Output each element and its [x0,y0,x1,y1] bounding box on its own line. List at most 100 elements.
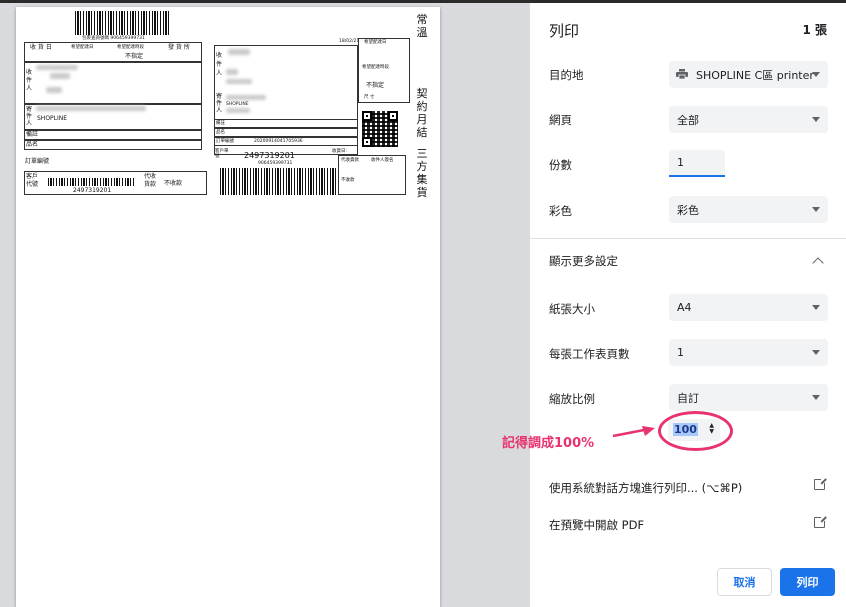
chevron-up-icon[interactable] [812,257,824,269]
destination-label: 目的地 [549,68,584,82]
order-no-label: 訂單編號 [25,158,50,165]
chevron-down-icon [812,395,820,400]
more-settings-toggle[interactable]: 顯示更多設定 [549,253,618,269]
printer-icon [676,69,688,79]
sender-name: SHOPLINE [37,115,68,122]
vertical-text-contract: 契約月結 [416,87,428,139]
print-button[interactable]: 列印 [780,568,835,596]
right-hope-box [358,38,410,103]
annotation-arrow-icon [612,426,655,438]
right-order-label: 訂單編號 [216,139,234,144]
scale-value: 自訂 [677,391,699,405]
color-label: 彩色 [549,204,572,218]
destination-value: SHOPLINE C區 printer [696,68,814,82]
preview-page: 包裹查詢號碼 906459399731 收 貨 日 希望配達日 希望配達時段 發… [16,7,440,607]
paper-size-value: A4 [677,301,692,314]
right-customer-label: 客戶單號 [215,149,229,159]
right-no-collect: 不收款 [341,178,355,183]
pages-value: 全部 [677,113,699,127]
highlight-ellipse [658,411,733,451]
copies-input[interactable]: 1 [669,150,725,177]
right-small-code: 18/02/21 [339,39,360,44]
top-barcode-number: 包裹查詢號碼 906459399731 [82,36,145,41]
collect-label: 代收貨款 [144,173,157,188]
pages-per-sheet-value: 1 [677,346,684,359]
item-label: 品名 [26,141,39,148]
pages-select[interactable]: 全部 [669,106,828,133]
pages-label: 網頁 [549,113,572,127]
open-external-icon[interactable] [814,477,827,490]
pages-per-sheet-select[interactable]: 1 [669,339,828,366]
right-sender-redacted-2 [226,108,250,113]
destination-select[interactable]: SHOPLINE C區 printer [669,61,828,88]
chevron-down-icon [812,207,820,212]
customer-code-label: 客戶代號 [26,173,39,188]
color-select[interactable]: 彩色 [669,196,828,223]
right-customer-code: 2497319201 [244,151,295,160]
right-sender-label: 寄件人 [216,93,223,114]
annotation-text: 記得調成100% [502,436,595,451]
customer-code: 2497319201 [73,187,112,194]
copies-value: 1 [677,156,684,169]
chevron-down-icon [812,117,820,122]
scale-label: 縮放比例 [549,392,595,406]
qr-finder-bl [362,137,372,147]
no-collect: 不收款 [164,180,183,187]
right-receiver-label: 收件人 [216,52,223,77]
header-hope-time: 希望配達時段 [117,45,144,50]
print-dialog-title: 列印 [549,22,580,40]
sender-address-redacted [36,106,146,111]
open-pdf-link[interactable]: 在預覽中開啟 PDF [549,517,644,533]
header-ship-office: 發 貨 所 [168,44,190,51]
chevron-down-icon [812,350,820,355]
top-barcode [75,11,169,35]
right-hope-time: 希望配達時段 [362,65,389,70]
right-remark-row [214,119,358,128]
paper-size-select[interactable]: A4 [669,294,828,321]
pages-per-sheet-label: 每張工作表頁數 [549,347,630,361]
right-receive-day: 收貨日: [332,149,348,154]
right-sign-label: 收件人簽名 [371,158,394,163]
scale-select[interactable]: 自訂 [669,384,828,411]
right-receiver-redacted-3 [226,79,252,84]
chevron-down-icon [812,72,820,77]
right-unspecified: 不指定 [366,82,385,89]
print-settings-panel: 列印 1 張 目的地 SHOPLINE C區 printer 網頁 全部 份數 … [529,3,846,607]
left-item-row [24,140,202,150]
right-barcode-number: 906459399731 [258,161,293,166]
sheet-count: 1 張 [802,23,827,37]
receiver-label: 收件人 [26,69,33,92]
right-receiver-redacted-1 [228,49,250,55]
chevron-down-icon [812,305,820,310]
receiver-name-redacted [50,73,70,79]
right-item-row [214,128,358,137]
right-collect-label: 代收貨款 [341,158,359,163]
vertical-text-third-party: 三方集貨 [416,147,428,199]
right-bottom-barcode [220,168,336,195]
right-item-label: 品名 [216,130,225,135]
right-receiver-redacted-2 [226,69,238,75]
right-size-label: 尺 寸 [364,95,375,100]
color-value: 彩色 [677,203,699,217]
right-sender-redacted [226,95,266,100]
receiver-phone-redacted [46,87,62,93]
system-dialog-link[interactable]: 使用系統對話方塊進行列印... (⌥⌘P) [549,480,742,496]
paper-size-label: 紙張大小 [549,302,595,316]
section-divider [530,238,846,239]
header-hope-date: 希望配達日 [71,45,94,50]
right-order-no: 20200914041705936 [254,139,303,144]
customer-barcode [48,178,136,186]
qr-finder-tl [362,111,372,121]
header-unspecified: 不指定 [125,53,144,60]
right-sender-name: SHOPLINE [226,102,249,107]
qr-finder-tr [388,111,398,121]
header-receive-date: 收 貨 日 [30,44,52,51]
print-preview-pane[interactable]: 包裹查詢號碼 906459399731 收 貨 日 希望配達日 希望配達時段 發… [0,3,529,607]
sender-label: 寄件人 [26,106,33,127]
receiver-address-redacted [36,65,78,70]
open-external-icon[interactable] [814,515,827,528]
left-remark-row [24,130,202,140]
right-hope-date: 希望配達日 [364,40,387,45]
vertical-text-normal-temp: 常溫 [416,13,428,39]
cancel-button[interactable]: 取消 [717,568,772,596]
